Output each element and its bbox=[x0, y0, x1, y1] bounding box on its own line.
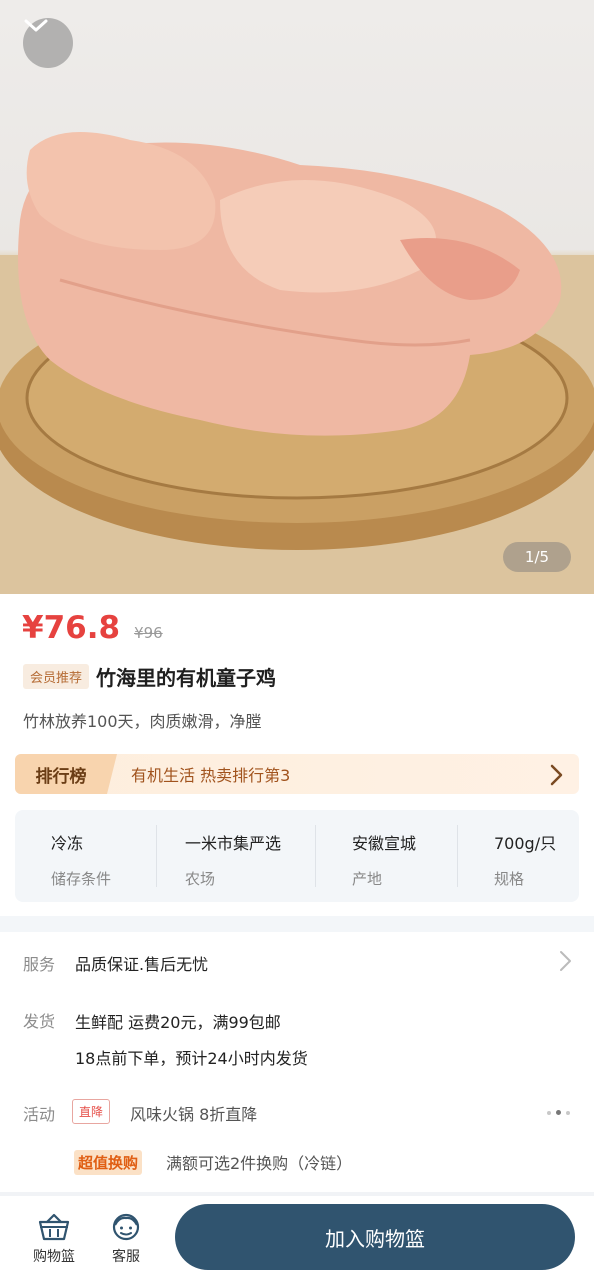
product-subtitle: 竹林放养100天，肉质嫩滑，净膛 bbox=[23, 712, 262, 731]
chevron-right-icon bbox=[550, 764, 563, 786]
activity-label: 活动 bbox=[23, 1105, 56, 1124]
collapse-button[interactable] bbox=[23, 18, 73, 68]
spec-origin: 安徽宣城 产地 bbox=[316, 824, 457, 888]
ranking-badge: 排行榜 bbox=[15, 754, 117, 794]
service-label: 客服 bbox=[112, 1249, 140, 1265]
spec-label: 储存条件 bbox=[51, 870, 112, 888]
member-tag: 会员推荐 bbox=[23, 664, 90, 689]
shipping-line1: 生鲜配 运费20元，满99包邮 bbox=[75, 1013, 281, 1032]
spec-farm: 一米市集严选 农场 bbox=[157, 824, 315, 888]
spec-size: 700g/只 规格 bbox=[458, 824, 578, 888]
product-image[interactable]: 1/5 bbox=[0, 0, 594, 594]
spec-value: 一米市集严选 bbox=[185, 834, 282, 853]
basket-label: 购物篮 bbox=[33, 1249, 75, 1265]
spec-panel: 冷冻 储存条件 一米市集严选 农场 安徽宣城 产地 700g/只 规格 bbox=[15, 810, 579, 902]
title-row: 会员推荐 竹海里的有机童子鸡 bbox=[23, 662, 276, 691]
image-pager: 1/5 bbox=[503, 542, 571, 572]
ranking-text: 有机生活 热卖排行第3 bbox=[131, 766, 291, 785]
basket-button[interactable]: 购物篮 bbox=[24, 1212, 84, 1266]
customer-service-button[interactable]: 客服 bbox=[96, 1212, 156, 1266]
dot bbox=[547, 1110, 551, 1115]
activity-text2[interactable]: 满额可选2件换购（冷链） bbox=[166, 1150, 352, 1174]
product-title: 竹海里的有机童子鸡 bbox=[96, 666, 277, 690]
ranking-banner[interactable]: 排行榜 有机生活 热卖排行第3 bbox=[15, 754, 579, 794]
add-to-basket-button[interactable]: 加入购物篮 bbox=[175, 1204, 575, 1270]
spec-value: 700g/只 bbox=[494, 834, 557, 853]
carousel-dots bbox=[547, 1110, 570, 1115]
bottom-bar: 购物篮 客服 加入购物篮 bbox=[0, 1196, 594, 1280]
current-price: ¥76.8 bbox=[22, 610, 121, 646]
spec-storage: 冷冻 储存条件 bbox=[15, 824, 156, 888]
spec-label: 规格 bbox=[494, 870, 525, 888]
spec-label: 农场 bbox=[185, 870, 216, 888]
chevron-right-icon bbox=[560, 951, 571, 971]
spec-label: 产地 bbox=[352, 870, 383, 888]
chicken-photo bbox=[0, 132, 594, 594]
shipping-label: 发货 bbox=[23, 1012, 56, 1031]
activity-text1[interactable]: 风味火锅 8折直降 bbox=[130, 1101, 257, 1125]
dot bbox=[566, 1110, 570, 1115]
shipping-line2: 18点前下单，预计24小时内发货 bbox=[75, 1049, 308, 1068]
direct-discount-tag: 直降 bbox=[72, 1099, 111, 1124]
customer-service-icon bbox=[112, 1213, 140, 1241]
service-label: 服务 bbox=[23, 955, 56, 974]
service-text: 品质保证.售后无忧 bbox=[75, 955, 209, 974]
exchange-tag: 超值换购 bbox=[74, 1150, 143, 1175]
section-gap bbox=[0, 916, 594, 932]
dot-active bbox=[556, 1110, 561, 1115]
basket-icon bbox=[38, 1213, 70, 1241]
original-price: ¥96 bbox=[134, 624, 163, 642]
spec-value: 冷冻 bbox=[51, 834, 84, 853]
spec-value: 安徽宣城 bbox=[352, 834, 417, 853]
chevron-down-icon bbox=[24, 19, 48, 32]
price-row: ¥76.8 ¥96 bbox=[22, 610, 163, 646]
